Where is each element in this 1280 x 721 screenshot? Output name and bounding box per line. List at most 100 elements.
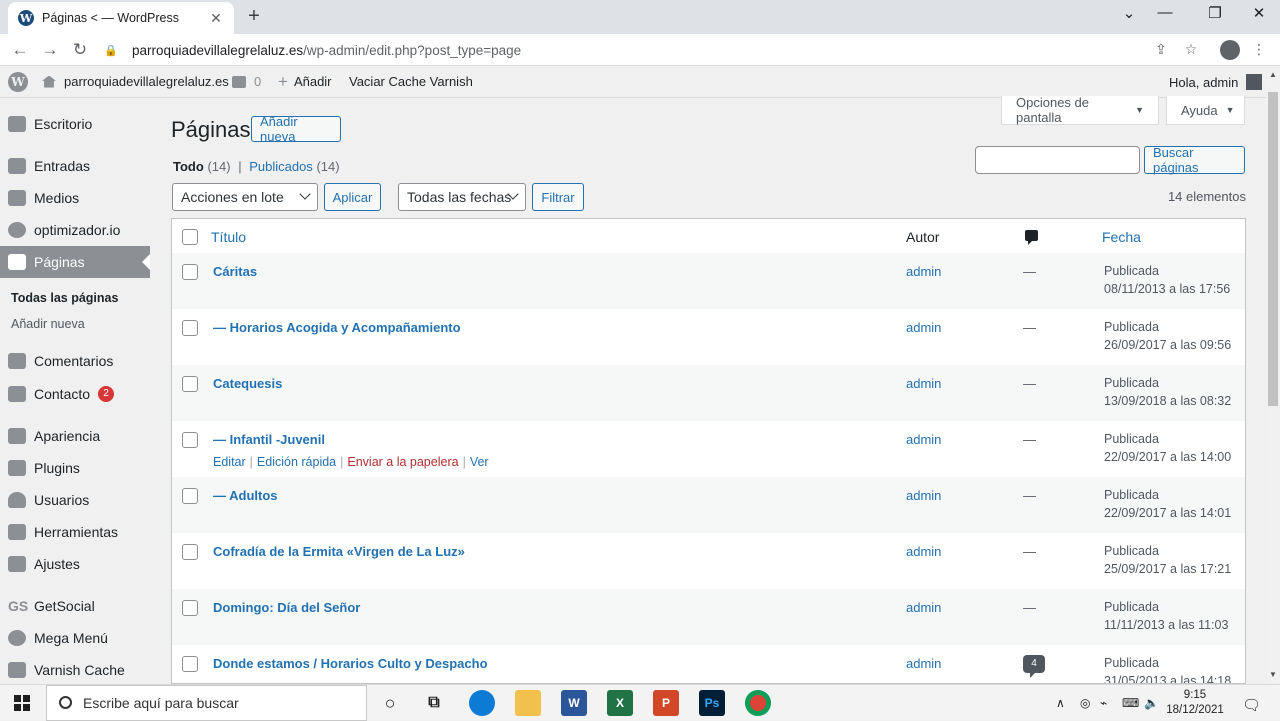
admin-bar-site-link[interactable]: parroquiadevillalegrelaluz.es (42, 74, 229, 89)
reload-icon[interactable]: ↻ (69, 40, 91, 60)
chrome-menu-icon[interactable]: ⋮ (1249, 41, 1269, 58)
admin-bar-new[interactable]: + Añadir (278, 73, 332, 90)
scroll-up-arrow-icon[interactable]: ▲ (1266, 70, 1280, 79)
page-title-link[interactable]: — Infantil -Juvenil (213, 432, 325, 447)
sidebar-item-contact[interactable]: Contacto 2 (0, 378, 150, 410)
url-field[interactable]: 🔒 parroquiadevillalegrelaluz.es /wp-admi… (104, 39, 1204, 61)
forward-icon[interactable]: → (39, 40, 61, 60)
notifications-icon[interactable]: 🗨 (1242, 696, 1261, 714)
sidebar-item-users[interactable]: Usuarios (0, 484, 150, 516)
restore-icon[interactable]: ❐ (1200, 4, 1230, 22)
filter-published-link[interactable]: Publicados (249, 159, 313, 174)
row-checkbox[interactable] (182, 656, 198, 672)
admin-bar-comments[interactable]: 0 (232, 74, 261, 89)
author-link[interactable]: admin (906, 264, 941, 279)
author-link[interactable]: admin (906, 544, 941, 559)
quick-edit-link[interactable]: Edición rápida (257, 455, 336, 469)
scrollbar-thumb[interactable] (1268, 92, 1278, 406)
comment-count-bubble[interactable]: 4 (1023, 655, 1045, 678)
wordpress-logo-icon[interactable]: W (8, 72, 28, 92)
submenu-add-page[interactable]: Añadir nueva (11, 317, 85, 331)
submenu-all-pages[interactable]: Todas las páginas (11, 291, 118, 305)
author-link[interactable]: admin (906, 320, 941, 335)
tray-chevron-icon[interactable]: ∧ (1056, 696, 1065, 710)
sidebar-item-varnish[interactable]: Varnish Cache (0, 654, 150, 686)
word-icon[interactable]: W (561, 690, 587, 716)
tab-search-icon[interactable]: ⌄ (1114, 4, 1144, 22)
select-all-checkbox[interactable] (182, 229, 198, 245)
author-link[interactable]: admin (906, 432, 941, 447)
admin-bar-varnish-link[interactable]: Vaciar Cache Varnish (349, 74, 473, 89)
sidebar-item-appearance[interactable]: Apariencia (0, 420, 150, 452)
sidebar-item-settings[interactable]: Ajustes (0, 548, 150, 580)
author-link[interactable]: admin (906, 488, 941, 503)
row-checkbox[interactable] (182, 544, 198, 560)
page-title-link[interactable]: Cofradía de la Ermita «Virgen de La Luz» (213, 544, 465, 559)
page-title-link[interactable]: Donde estamos / Horarios Culto y Despach… (213, 656, 488, 671)
edge-icon[interactable] (469, 690, 495, 716)
file-explorer-icon[interactable] (515, 690, 541, 716)
close-tab-icon[interactable]: ✕ (208, 10, 224, 27)
row-checkbox[interactable] (182, 264, 198, 280)
share-icon[interactable]: ⇪ (1151, 41, 1171, 58)
filter-button[interactable]: Filtrar (532, 183, 584, 211)
minimize-icon[interactable]: — (1150, 4, 1180, 21)
photoshop-icon[interactable]: Ps (699, 690, 725, 716)
row-checkbox[interactable] (182, 432, 198, 448)
trash-link[interactable]: Enviar a la papelera (347, 455, 458, 469)
search-pages-button[interactable]: Buscar páginas (1144, 145, 1245, 175)
sidebar-item-megamenu[interactable]: Mega Menú (0, 622, 150, 654)
row-checkbox[interactable] (182, 376, 198, 392)
title-column-header[interactable]: Título (211, 229, 246, 245)
admin-bar-account[interactable]: Hola, admin (1169, 74, 1263, 90)
filter-all-link[interactable]: Todo (173, 159, 204, 174)
sidebar-item-comments[interactable]: Comentarios (0, 345, 150, 377)
excel-icon[interactable]: X (607, 690, 633, 716)
window-close-icon[interactable]: ✕ (1244, 4, 1274, 22)
date-column-header[interactable]: Fecha (1102, 229, 1141, 245)
page-title-link[interactable]: — Adultos (213, 488, 278, 503)
bookmark-star-icon[interactable]: ☆ (1181, 41, 1201, 58)
new-tab-button[interactable]: + (244, 5, 264, 28)
taskbar-search-box[interactable]: Escribe aquí para buscar (46, 685, 367, 721)
profile-avatar-icon[interactable] (1220, 40, 1240, 60)
page-title-link[interactable]: Domingo: Día del Señor (213, 600, 360, 615)
sidebar-item-getsocial[interactable]: GS GetSocial (0, 590, 150, 622)
cortana-icon[interactable]: ○ (377, 690, 403, 716)
page-title-link[interactable]: — Horarios Acogida y Acompañamiento (213, 320, 461, 335)
edit-link[interactable]: Editar (213, 455, 246, 469)
view-link[interactable]: Ver (470, 455, 489, 469)
screen-options-button[interactable]: Opciones de pantalla ▼ (1001, 95, 1159, 125)
sidebar-item-tools[interactable]: Herramientas (0, 516, 150, 548)
search-pages-input[interactable] (975, 146, 1140, 174)
windows-start-icon[interactable] (14, 695, 30, 711)
page-title-link[interactable]: Catequesis (213, 376, 282, 391)
volume-icon[interactable]: 🔈 (1144, 696, 1159, 710)
powerpoint-icon[interactable]: P (653, 690, 679, 716)
tray-app-icon[interactable]: ◎ (1080, 696, 1090, 710)
add-new-page-button[interactable]: Añadir nueva (251, 114, 341, 144)
scroll-down-arrow-icon[interactable]: ▼ (1266, 670, 1280, 679)
taskbar-clock[interactable]: 9:15 18/12/2021 (1160, 688, 1230, 718)
apply-button[interactable]: Aplicar (324, 183, 381, 211)
sidebar-item-dashboard[interactable]: Escritorio (0, 108, 150, 140)
sidebar-item-media[interactable]: Medios (0, 182, 150, 214)
chrome-icon[interactable] (745, 690, 771, 716)
sidebar-item-pages[interactable]: Páginas (0, 246, 150, 278)
row-checkbox[interactable] (182, 488, 198, 504)
sidebar-item-optimizer[interactable]: optimizador.io (0, 214, 150, 246)
dates-filter-select[interactable]: Todas las fechas (398, 183, 526, 211)
back-icon[interactable]: ← (9, 40, 31, 60)
row-checkbox[interactable] (182, 600, 198, 616)
sidebar-item-plugins[interactable]: Plugins (0, 452, 150, 484)
task-view-icon[interactable]: ⧉ (421, 690, 447, 716)
row-checkbox[interactable] (182, 320, 198, 336)
help-button[interactable]: Ayuda ▼ (1166, 96, 1245, 125)
page-title-link[interactable]: Cáritas (213, 264, 257, 279)
browser-tab[interactable]: W Páginas < — WordPress ✕ (8, 2, 234, 34)
author-link[interactable]: admin (906, 376, 941, 391)
author-link[interactable]: admin (906, 600, 941, 615)
author-link[interactable]: admin (906, 656, 941, 671)
ime-icon[interactable]: ⌨ (1122, 696, 1139, 710)
sidebar-item-posts[interactable]: Entradas (0, 150, 150, 182)
